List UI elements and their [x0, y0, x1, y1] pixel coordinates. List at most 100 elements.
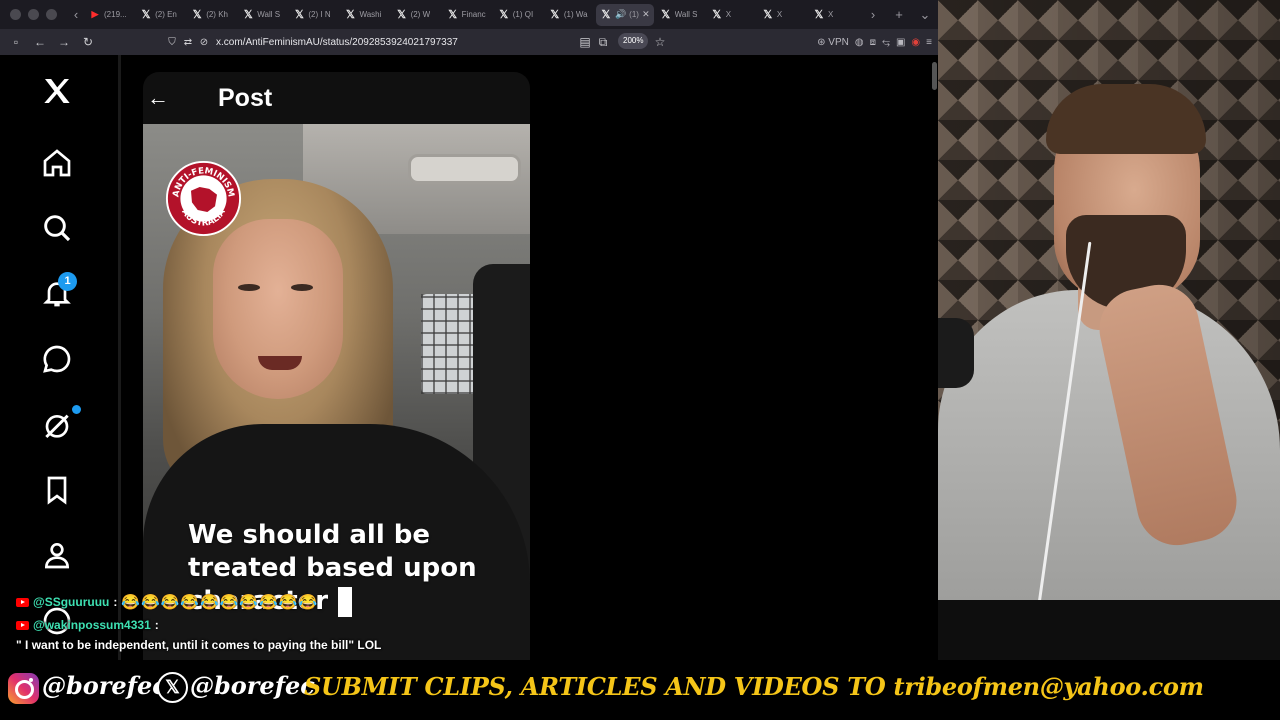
tab[interactable]: 𝕏 (2) En: [136, 4, 185, 26]
speaker-icon[interactable]: 🔊: [615, 9, 626, 20]
x-logo-icon: 𝕏: [397, 9, 406, 21]
x-logo-icon[interactable]: [39, 73, 75, 109]
record-icon[interactable]: ◉: [911, 37, 920, 48]
tab[interactable]: 𝕏 (2) I N: [289, 4, 338, 26]
video-person-face: [213, 219, 343, 399]
picture-in-picture-icon[interactable]: ⧉: [591, 35, 615, 50]
sidebar-divider: [118, 55, 121, 660]
permissions-icon[interactable]: ⇄: [180, 37, 196, 48]
bookmarks-icon[interactable]: [39, 472, 75, 508]
toolbar-extensions: ⊛ VPN ◍ ⧈ ⥃ ▣ ◉ ≡: [817, 29, 932, 55]
menu-icon[interactable]: ≡: [926, 37, 932, 48]
x-handle: @borefec: [190, 671, 315, 700]
chat-message: @SSguuruuu : 😂😂😂😂😂😂😂😂😂😂: [16, 593, 318, 611]
tab-active[interactable]: 𝕏 🔊 (1) ✕: [595, 3, 654, 26]
screenshot-icon[interactable]: ▣: [896, 37, 905, 48]
tab[interactable]: 𝕏 Washi: [340, 4, 389, 26]
x-logo-icon: 𝕏: [141, 9, 151, 21]
navigation-bar: ▫ ← → ↻ ⛉ ⇄ ⊘ x.com/AntiFeminismAU/statu…: [0, 29, 938, 55]
x-logo-icon: 𝕏: [499, 9, 509, 21]
anti-feminism-australia-logo: ANTI-FEMINISM AUSTRALIA: [165, 160, 242, 237]
home-icon[interactable]: [39, 145, 75, 181]
youtube-icon: [16, 620, 29, 630]
tab-label: (2) En: [155, 10, 177, 19]
x-logo-icon: 𝕏: [763, 9, 773, 21]
chat-separator: :: [113, 595, 118, 609]
new-tab-button[interactable]: +: [886, 7, 912, 22]
tab[interactable]: 𝕏X: [707, 4, 756, 26]
tab[interactable]: 𝕏X: [809, 4, 858, 26]
x-logo-icon: 𝕏: [243, 9, 253, 21]
profile-icon[interactable]: [39, 537, 75, 573]
extension-icon[interactable]: ◍: [855, 37, 864, 48]
webcam-desk: [938, 600, 1280, 660]
grok-new-dot: [72, 405, 81, 414]
tabs-scroll-right-icon[interactable]: ›: [860, 7, 886, 22]
youtube-icon: [16, 597, 29, 607]
tab-strip: ▶ (219... 𝕏 (2) En 𝕏 (2) Kh 𝕏 Wall S 𝕏 (2) I N 𝕏 Wa…: [85, 0, 860, 29]
tab[interactable]: 𝕏 Financ: [443, 4, 492, 26]
vpn-indicator[interactable]: ⊛ VPN: [817, 37, 849, 48]
url-text[interactable]: x.com/AntiFeminismAU/status/209285392402…: [216, 37, 458, 48]
tab-bar: ‹ ▶ (219... 𝕏 (2) En 𝕏 (2) Kh 𝕏 Wall S 𝕏 (2) I N𝕏…: [0, 0, 938, 29]
post-title: Post: [218, 83, 273, 112]
close-window-button[interactable]: [10, 9, 21, 20]
maximize-window-button[interactable]: [46, 9, 57, 20]
page-scrollbar[interactable]: [932, 62, 937, 90]
minimize-window-button[interactable]: [28, 9, 39, 20]
chat-message: @wakinpossum4331 :: [16, 618, 159, 632]
zoom-level-badge[interactable]: 200%: [618, 33, 649, 49]
chat-message-body: " I want to be independent, until it com…: [16, 638, 381, 652]
submit-clips-cta: SUBMIT CLIPS, ARTICLES AND VIDEOS TO tri…: [304, 672, 1204, 701]
video-person-eye: [291, 284, 313, 291]
grok-icon[interactable]: [39, 407, 75, 443]
x-logo-icon: 𝕏: [294, 9, 304, 21]
tab[interactable]: 𝕏X: [758, 4, 807, 26]
tab[interactable]: 𝕏 (2) W: [392, 4, 441, 26]
tab-label: (1) Wa: [563, 10, 588, 19]
caption-line: We should all be: [188, 520, 431, 550]
back-arrow-icon[interactable]: ←: [145, 85, 171, 111]
x-logo-icon: 𝕏: [550, 9, 560, 21]
tab-label: (1) QI: [512, 10, 534, 19]
tab-label: X: [776, 10, 783, 19]
tab[interactable]: ▶ (219...: [85, 4, 134, 26]
sync-icon[interactable]: ⥃: [882, 37, 890, 48]
webcam-feed: [938, 0, 1280, 660]
extensions-puzzle-icon[interactable]: ⧈: [870, 37, 876, 48]
tab[interactable]: 𝕏 Wall S: [656, 4, 705, 26]
shield-icon[interactable]: ⛉: [164, 37, 180, 48]
tab-list-chevron-icon[interactable]: ⌄: [912, 7, 938, 23]
instagram-handle: @borefec: [42, 671, 167, 700]
video-person-eye: [238, 284, 260, 291]
forward-button[interactable]: →: [52, 35, 76, 49]
back-button[interactable]: ←: [28, 35, 52, 49]
chat-message-text: 😂😂😂😂😂😂😂😂😂😂: [121, 594, 319, 611]
tab-label: Financ: [461, 10, 486, 19]
tabs-scroll-left-icon[interactable]: ‹: [67, 7, 85, 22]
x-logo-icon: 𝕏: [712, 9, 722, 21]
x-logo-icon: 𝕏: [661, 9, 671, 21]
tab-label: X: [827, 10, 834, 19]
close-tab-icon[interactable]: ✕: [642, 9, 650, 20]
tab[interactable]: 𝕏 (2) Kh: [187, 4, 236, 26]
browser-window: ‹ ▶ (219... 𝕏 (2) En 𝕏 (2) Kh 𝕏 Wall S 𝕏 (2) I N𝕏…: [0, 0, 938, 662]
sidebar-toggle-icon[interactable]: ▫: [4, 35, 28, 49]
bookmark-star-icon[interactable]: ☆: [648, 35, 672, 49]
tab-label: Wall S: [674, 10, 698, 19]
x-logo-icon: 𝕏: [601, 9, 611, 21]
tab-label: Wall S: [257, 10, 281, 19]
x-sidebar: [0, 55, 118, 660]
post-video[interactable]: ANTI-FEMINISM AUSTRALIA We should all be…: [143, 124, 530, 662]
search-icon[interactable]: [39, 210, 75, 246]
tab[interactable]: 𝕏 Wall S: [238, 4, 287, 26]
tab[interactable]: 𝕏 (1) Wa: [545, 4, 594, 26]
caption-cursor: [338, 586, 353, 617]
vpn-label: VPN: [828, 36, 849, 48]
messages-icon[interactable]: [39, 341, 75, 377]
tab-label: (2) I N: [308, 10, 331, 19]
tab[interactable]: 𝕏 (1) QI: [494, 4, 543, 26]
reload-button[interactable]: ↻: [76, 35, 100, 49]
tracking-blocked-icon[interactable]: ⊘: [196, 37, 212, 48]
x-logo-icon: 𝕏: [192, 9, 202, 21]
